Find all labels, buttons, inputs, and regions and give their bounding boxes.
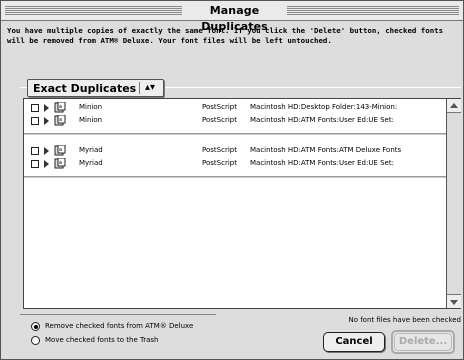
popup-selected-value: Exact Duplicates [33,82,137,95]
vertical-scrollbar[interactable] [446,99,461,308]
row-checkbox[interactable] [31,117,39,125]
svg-text:a: a [59,147,62,153]
row-checkbox[interactable] [31,104,39,112]
disclosure-triangle-icon[interactable] [44,147,49,155]
duplicate-type-popup[interactable]: Exact Duplicates ▴▾ [27,79,164,97]
font-file-icon: a [54,158,66,169]
remove-option-label: Remove checked fonts from ATM® Deluxe [45,322,194,330]
font-path: Macintosh HD:ATM Fonts:User Ed:UE Set: [250,159,394,167]
font-name: Minion [79,103,103,111]
font-path: Macintosh HD:Desktop Folder:143-Minion: [250,103,398,111]
svg-text:a: a [59,160,62,166]
font-kind: PostScript [202,159,237,167]
list-item: a Minion PostScript Macintosh HD:Desktop… [24,101,446,114]
delete-button[interactable]: Delete... [391,330,455,354]
font-name: Minion [79,116,103,124]
font-path: Macintosh HD:ATM Fonts:User Ed:UE Set: [250,116,394,124]
instruction-message: You have multiple copies of exactly the … [7,26,444,45]
disclosure-triangle-icon[interactable] [44,117,49,125]
delete-button-label: Delete... [394,333,452,351]
scroll-up-arrow-icon[interactable] [447,99,461,113]
font-file-icon: a [54,145,66,156]
svg-text:a: a [59,104,62,110]
options-divider [20,314,216,315]
list-item: a Myriad PostScript Macintosh HD:ATM Fon… [24,157,446,170]
disclosure-triangle-icon[interactable] [44,160,49,168]
font-file-icon: a [54,102,66,113]
font-name: Myriad [79,159,103,167]
title-stripes-left [5,6,182,16]
popup-arrows-icon: ▴▾ [145,82,156,93]
svg-text:a: a [59,117,62,123]
title-bar[interactable]: Manage Duplicates [1,1,463,33]
duplicates-list-body: a Minion PostScript Macintosh HD:Desktop… [24,99,446,308]
group-separator [24,133,446,135]
radio-button-selected[interactable] [31,322,40,331]
title-stripes-right [287,6,459,16]
font-kind: PostScript [202,103,237,111]
scroll-down-arrow-icon[interactable] [447,294,461,308]
manage-duplicates-dialog: Manage Duplicates You have multiple copi… [0,0,464,360]
row-checkbox[interactable] [31,160,39,168]
disclosure-triangle-icon[interactable] [44,104,49,112]
font-kind: PostScript [202,116,237,124]
trash-option-label: Move checked fonts to the Trash [45,336,159,344]
font-file-icon: a [54,115,66,126]
list-item: a Minion PostScript Macintosh HD:ATM Fon… [24,114,446,127]
font-name: Myriad [79,146,103,154]
row-checkbox[interactable] [31,147,39,155]
status-text: No font files have been checked [348,316,461,324]
font-path: Macintosh HD:ATM Fonts:ATM Deluxe Fonts [250,146,402,154]
duplicates-list: a Minion PostScript Macintosh HD:Desktop… [23,98,461,309]
radio-button[interactable] [31,336,40,345]
group-separator [24,176,446,178]
font-kind: PostScript [202,146,237,154]
list-item: a Myriad PostScript Macintosh HD:ATM Fon… [24,144,446,157]
cancel-button[interactable]: Cancel [323,332,385,352]
popup-divider [139,82,140,94]
window-title: Manage Duplicates [201,4,268,33]
